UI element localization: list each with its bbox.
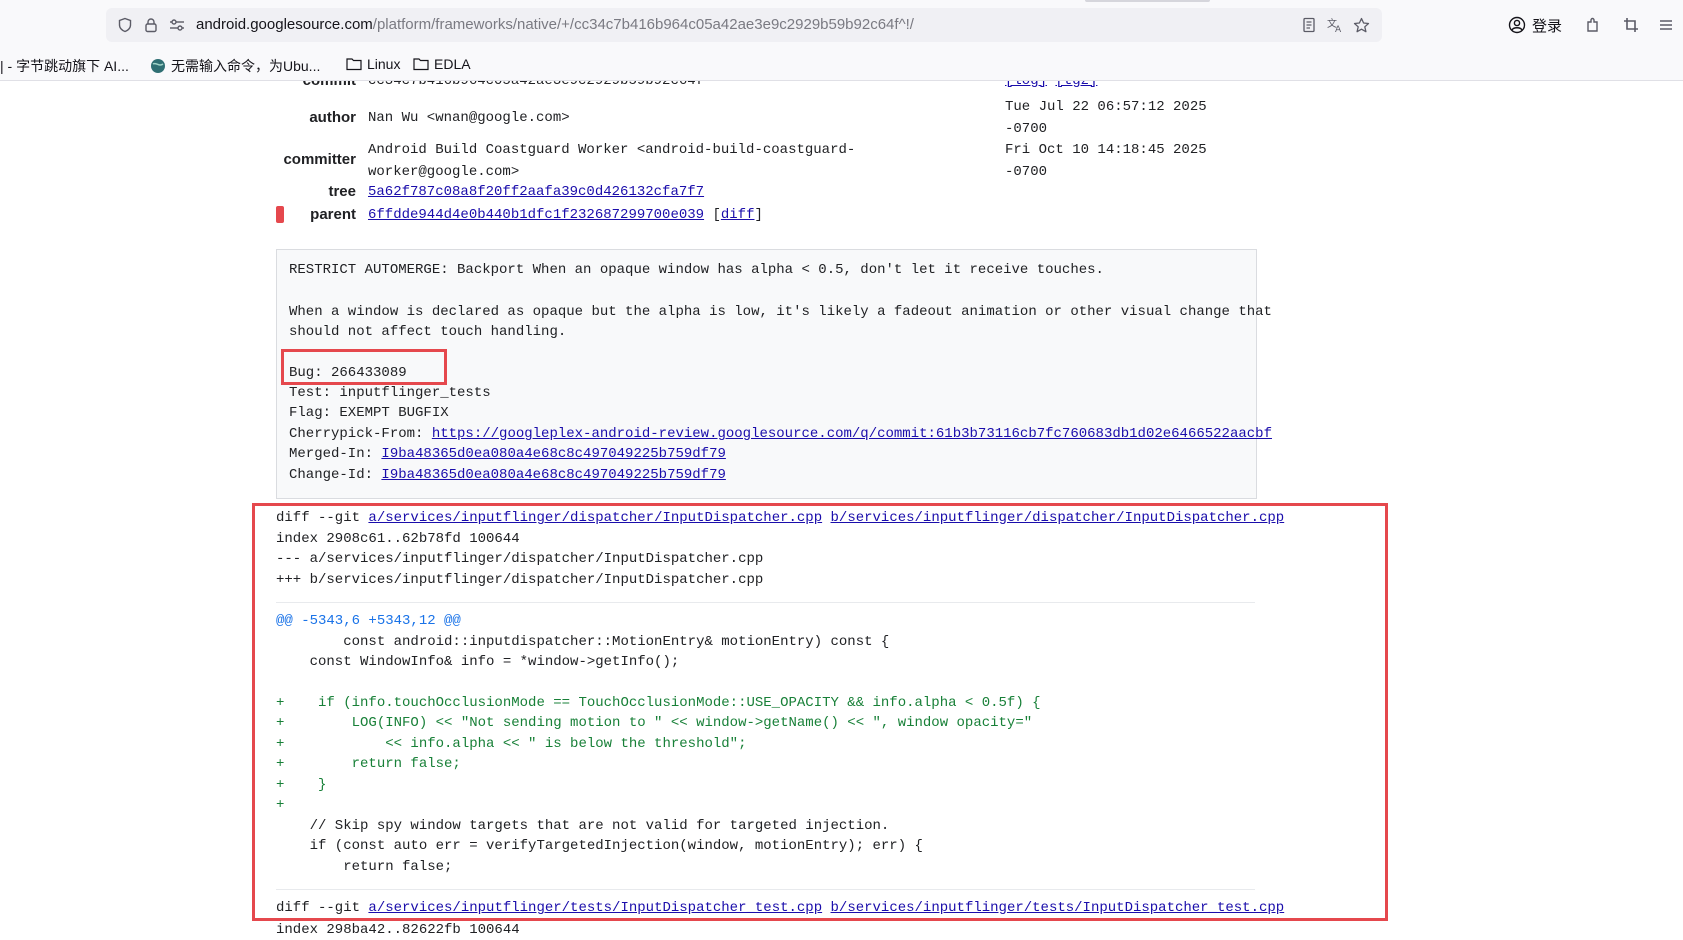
reader-view-icon[interactable] (1298, 8, 1320, 42)
address-bar[interactable]: android.googlesource.com/platform/framew… (106, 8, 1382, 42)
bookmark-folder[interactable]: EDLA (413, 56, 471, 72)
diff-index-line: index 298ba42..82622fb 100644 (276, 922, 520, 938)
committer-value-line: Android Build Coastguard Worker <android… (368, 142, 856, 158)
url-domain: android.googlesource.com (196, 16, 373, 33)
login-button[interactable]: 登录 (1508, 10, 1562, 40)
parent-diff-link[interactable]: diff (721, 207, 755, 223)
browser-toolbar: android.googlesource.com/platform/framew… (0, 0, 1683, 50)
tgz-link[interactable]: [tgz] (1055, 81, 1097, 89)
folder-icon (413, 58, 429, 71)
parent-label: parent (310, 206, 356, 223)
diff-bracket: [ (712, 207, 721, 223)
commit-page: commit cc34c7b416b964c05a42ae3e9c2929b59… (0, 81, 1683, 940)
menu-icon[interactable] (1658, 10, 1674, 40)
commit-label: commit (276, 81, 356, 89)
account-icon (1508, 16, 1526, 34)
cherrypick-label: Cherrypick-From: (289, 426, 432, 442)
tree-link[interactable]: 5a62f787c08a8f20ff2aafa39c0d426132cfa7f7 (368, 184, 704, 200)
change-id-label: Change-Id: (289, 467, 382, 483)
extensions-icon[interactable] (1584, 10, 1602, 40)
bookmark-label: Linux (367, 56, 401, 72)
cherrypick-line: Cherrypick-From: https://googleplex-andr… (289, 426, 1272, 442)
parent-value: 6ffdde944d4e0b440b1dfc1f232687299700e039… (368, 204, 763, 226)
committer-value-line: worker@google.com> (368, 164, 520, 180)
committer-date: Fri Oct 10 14:18:45 2025 -0700 (1005, 139, 1207, 183)
author-date: Tue Jul 22 06:57:12 2025 -0700 (1005, 96, 1207, 140)
message-line: RESTRICT AUTOMERGE: Backport When an opa… (289, 262, 1104, 278)
test-line: Test: inputflinger_tests (289, 385, 491, 401)
bug-highlight-box (281, 349, 447, 385)
tree-value: 5a62f787c08a8f20ff2aafa39c0d426132cfa7f7 (368, 181, 704, 203)
bookmark-label: | - 字节跳动旗下 AI... (0, 58, 129, 74)
url-path: /platform/frameworks/native/+/cc34c7b416… (372, 16, 914, 33)
star-bookmark-icon[interactable] (1350, 8, 1372, 42)
bookmark-label: EDLA (434, 56, 471, 72)
svg-text:A: A (1335, 25, 1342, 34)
merged-in-line: Merged-In: I9ba48365d0ea080a4e68c8c49704… (289, 446, 726, 462)
shield-icon[interactable] (114, 8, 136, 42)
screenshot-crop-icon[interactable] (1622, 10, 1640, 40)
change-id-link[interactable]: I9ba48365d0ea080a4e68c8c497049225b759df7… (381, 467, 725, 483)
cherrypick-link[interactable]: https://googleplex-android-review.google… (432, 426, 1272, 442)
translate-icon[interactable]: 文A (1324, 8, 1346, 42)
login-label: 登录 (1532, 17, 1563, 35)
commit-hash: cc34c7b416b964c05a42ae3e9c2929b59b92c64f (368, 81, 705, 89)
log-link[interactable]: [log] (1005, 81, 1047, 89)
parent-link[interactable]: 6ffdde944d4e0b440b1dfc1f232687299700e039 (368, 207, 704, 223)
merged-in-link[interactable]: I9ba48365d0ea080a4e68c8c497049225b759df7… (381, 446, 725, 462)
author-date-line: Tue Jul 22 06:57:12 2025 (1005, 99, 1207, 115)
message-line: When a window is declared as opaque but … (289, 304, 1272, 320)
flag-line: Flag: EXEMPT BUGFIX (289, 405, 449, 421)
message-line: should not affect touch handling. (289, 324, 567, 340)
bookmark-item[interactable]: | - 字节跳动旗下 AI... (0, 56, 129, 76)
author-label: author (309, 109, 356, 126)
bookmark-label: 无需输入命令，为Ubu... (171, 58, 321, 74)
author-date-tz: -0700 (1005, 121, 1048, 137)
change-id-line: Change-Id: I9ba48365d0ea080a4e68c8c49704… (289, 467, 726, 483)
author-value: Nan Wu <wnan@google.com> (368, 110, 570, 126)
committer-label: committer (283, 151, 356, 168)
permissions-icon[interactable] (166, 8, 188, 42)
committer-date-tz: -0700 (1005, 164, 1048, 180)
url-text[interactable]: android.googlesource.com/platform/framew… (196, 16, 914, 33)
committer-value: Android Build Coastguard Worker <android… (368, 139, 855, 183)
active-tab-indicator (1085, 0, 1210, 2)
folder-icon (346, 58, 362, 71)
merged-in-label: Merged-In: (289, 446, 382, 462)
committer-date-line: Fri Oct 10 14:18:45 2025 (1005, 142, 1207, 158)
bookmark-folder[interactable]: Linux (346, 56, 400, 72)
globe-favicon-icon (151, 59, 165, 73)
diff-highlight-box (252, 503, 1388, 921)
bookmark-item[interactable]: 无需输入命令，为Ubu... (150, 56, 320, 76)
diff-bracket: ] (754, 207, 763, 223)
tree-label: tree (328, 183, 356, 200)
lock-icon[interactable] (140, 8, 162, 42)
bookmarks-bar: | - 字节跳动旗下 AI... 无需输入命令，为Ubu... Linux ED… (0, 50, 1683, 81)
commit-links: [log] [tgz] (1005, 81, 1097, 92)
